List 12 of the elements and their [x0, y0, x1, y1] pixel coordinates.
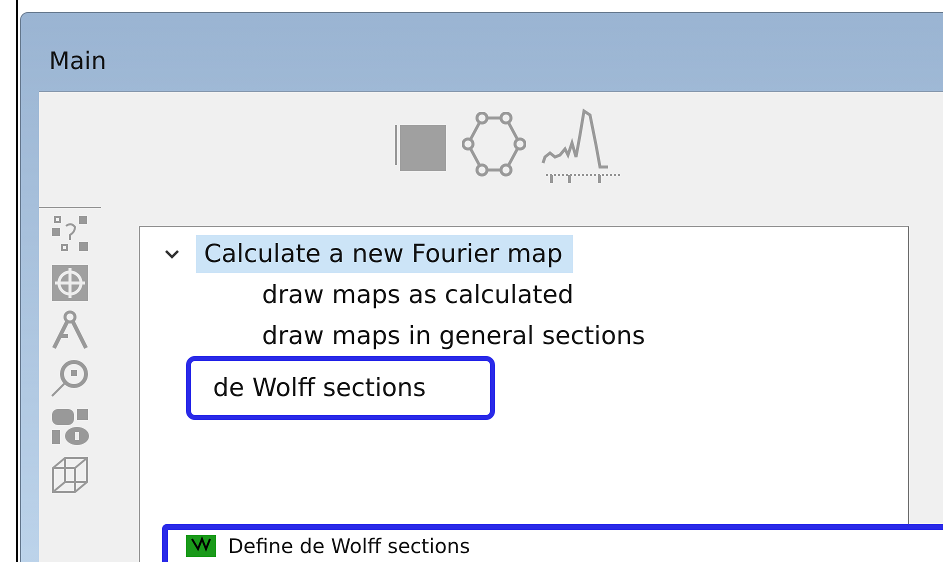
tree-item[interactable]: de Wolff sections: [205, 369, 436, 407]
tree-item[interactable]: draw maps as calculated: [254, 276, 584, 314]
framed-target-icon[interactable]: [49, 262, 91, 304]
tree-item[interactable]: draw maps in general sections: [254, 316, 656, 354]
dialog-title: Define de Wolff sections: [228, 534, 470, 558]
shapes-icon[interactable]: [49, 406, 91, 448]
tree-item[interactable]: Calculate a new Fourier map: [196, 234, 573, 272]
window-title: Main: [49, 47, 106, 75]
cube-icon[interactable]: [49, 454, 91, 496]
chevron-down-icon[interactable]: [164, 248, 180, 258]
app-icon: [186, 535, 216, 557]
hexagon-icon[interactable]: [462, 112, 526, 178]
